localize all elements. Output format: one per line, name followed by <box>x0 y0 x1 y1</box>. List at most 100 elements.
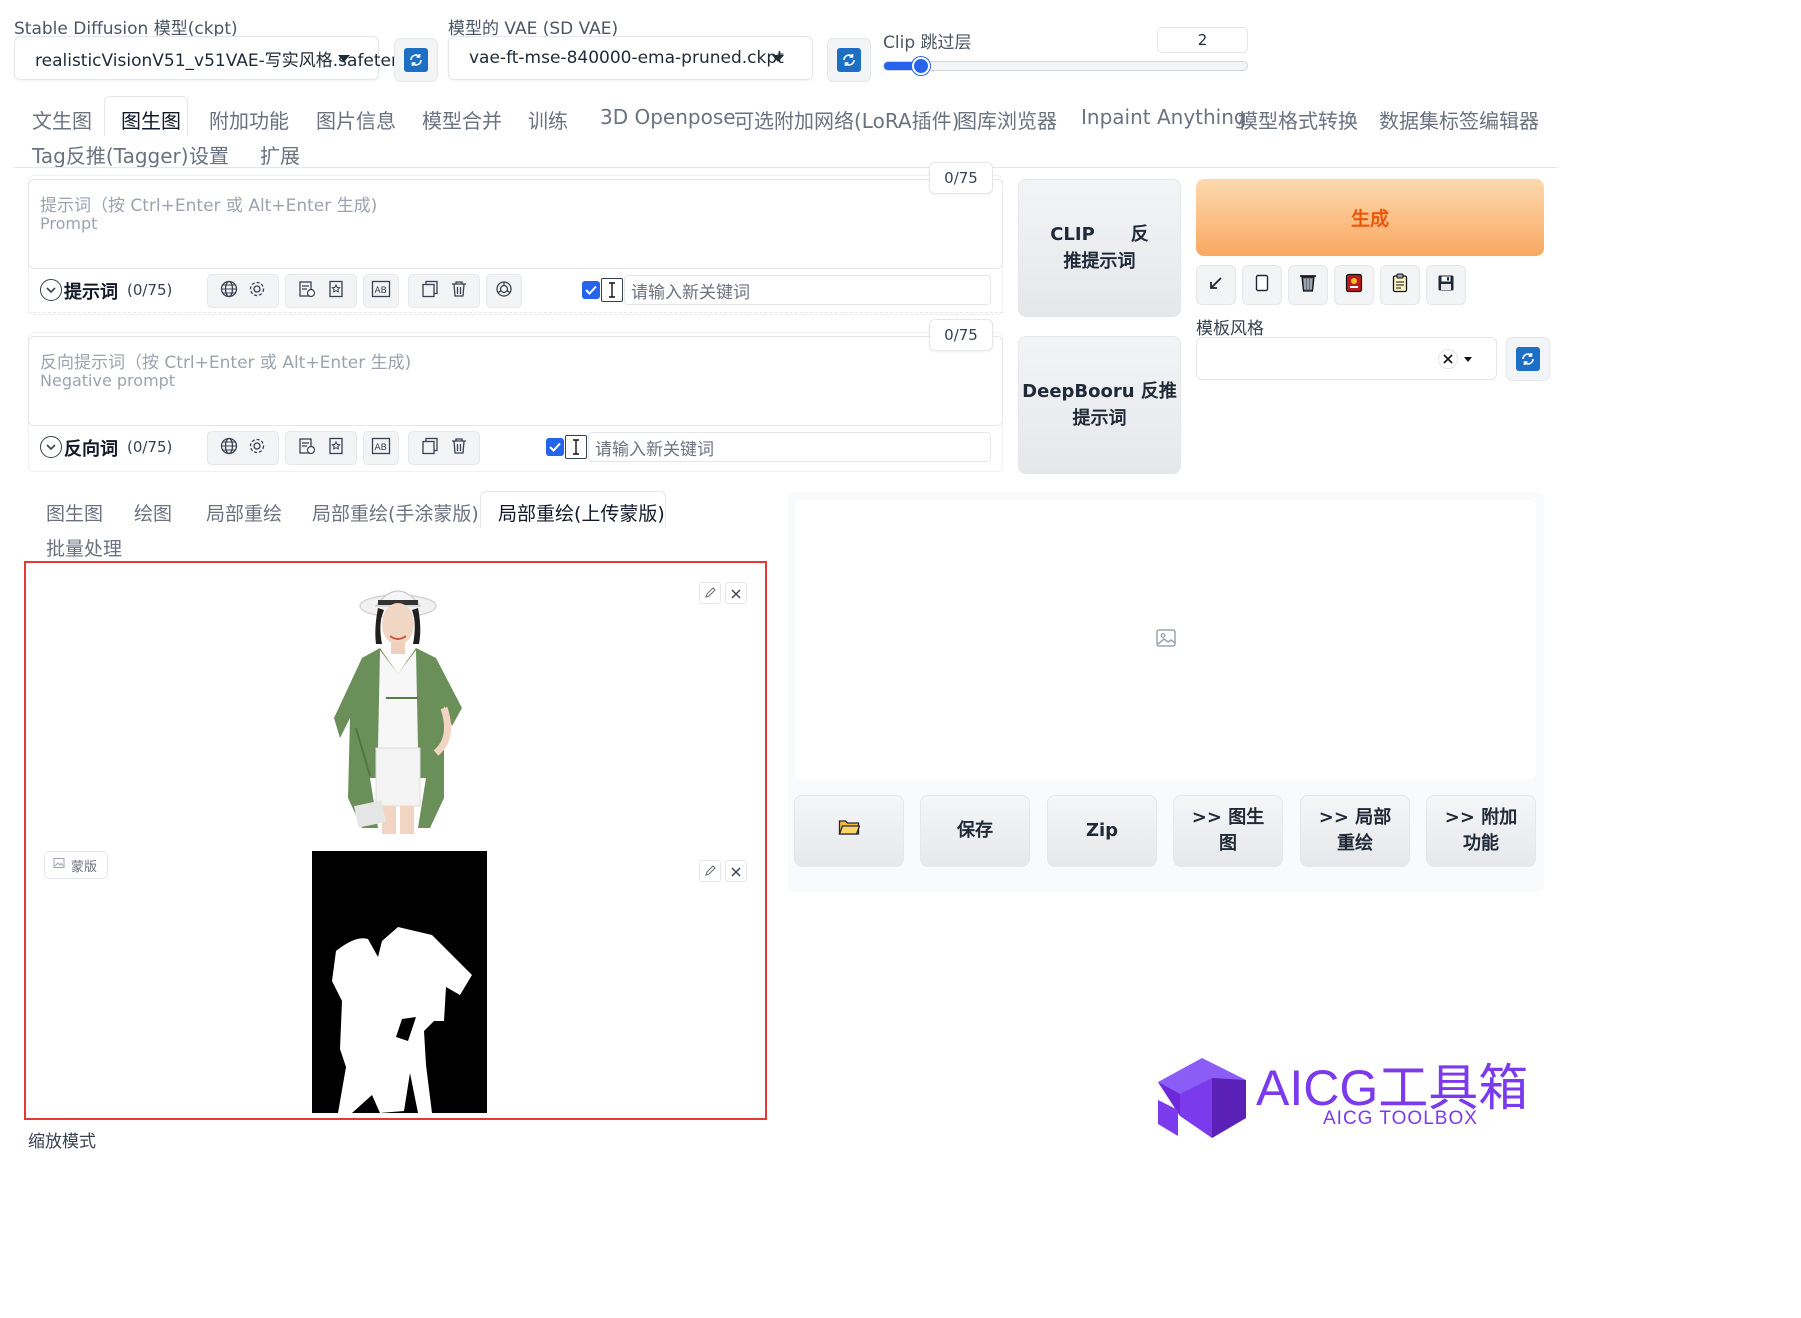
floppy-disk-icon <box>1437 274 1455 296</box>
tab-14[interactable]: 扩展 <box>260 140 300 169</box>
keyword-checkbox[interactable] <box>546 438 564 456</box>
save-style-button[interactable] <box>1426 265 1466 305</box>
gear-icon[interactable] <box>248 280 266 302</box>
negative-placeholder-en: Negative prompt <box>40 371 176 390</box>
send-to-inpaint-button[interactable]: >> 局部重绘 <box>1300 795 1410 867</box>
read-params-button[interactable] <box>1196 265 1236 305</box>
vae-value: vae-ft-mse-840000-ema-pruned.ckpt <box>469 48 784 68</box>
tab-9[interactable]: Inpaint Anything <box>1081 105 1247 129</box>
blank-page-icon <box>1255 274 1269 296</box>
history-favorite-group <box>285 274 357 308</box>
copy-icon[interactable] <box>421 437 439 459</box>
tab-12[interactable]: Tag反推(Tagger) <box>32 140 189 169</box>
prompt-keyword-input[interactable]: 请输入新关键词 <box>624 275 991 305</box>
send-to-img2img-line1: >> 图生 <box>1191 806 1265 828</box>
history-icon[interactable] <box>298 280 316 302</box>
open-folder-button[interactable] <box>794 795 904 867</box>
bookmark-icon[interactable] <box>328 280 344 302</box>
image-icon <box>53 857 65 873</box>
globe-icon[interactable] <box>220 437 238 459</box>
clip-skip-slider[interactable] <box>883 57 1248 75</box>
prompt-toolbar-count: (0/75) <box>127 281 173 299</box>
output-gallery[interactable] <box>795 500 1536 779</box>
vae-select[interactable]: vae-ft-mse-840000-ema-pruned.ckpt <box>448 36 813 80</box>
watermark-subtitle: AICG TOOLBOX <box>1323 1108 1478 1129</box>
tab-2[interactable]: 附加功能 <box>209 105 289 134</box>
negative-keyword-input[interactable]: 请输入新关键词 <box>588 432 991 462</box>
copy-icon[interactable] <box>421 280 439 302</box>
trash-icon[interactable] <box>451 437 467 459</box>
history-icon[interactable] <box>298 437 316 459</box>
tab-11[interactable]: 数据集标签编辑器 <box>1379 105 1539 134</box>
send-to-inpaint-line2: 重绘 <box>1337 833 1373 854</box>
dashed-divider <box>28 312 1003 313</box>
subtab-5[interactable]: 批量处理 <box>46 534 122 561</box>
tab-5[interactable]: 训练 <box>528 105 568 134</box>
remove-mask-button[interactable] <box>725 860 747 882</box>
apply-style-button[interactable] <box>1380 265 1420 305</box>
tab-3[interactable]: 图片信息 <box>316 105 396 134</box>
remove-image-button[interactable] <box>725 582 747 604</box>
trash-icon[interactable] <box>451 280 467 302</box>
zip-button[interactable]: Zip <box>1047 795 1157 867</box>
collapse-icon[interactable] <box>40 279 62 301</box>
gear-icon[interactable] <box>248 437 266 459</box>
extra-networks-button[interactable] <box>1334 265 1374 305</box>
pencil-icon <box>704 862 716 881</box>
model-refresh-button[interactable] <box>394 38 438 82</box>
spellcheck-icon: AB <box>371 437 391 459</box>
negative-textarea[interactable]: 反向提示词（按 Ctrl+Enter 或 Alt+Enter 生成) Negat… <box>28 336 1003 426</box>
subtab-2[interactable]: 局部重绘 <box>206 499 282 526</box>
generate-button[interactable]: 生成 <box>1196 179 1544 256</box>
mask-label-badge: 蒙版 <box>44 851 108 879</box>
pencil-icon <box>704 584 716 603</box>
text-cursor-icon <box>601 278 623 302</box>
tab-13[interactable]: 设置 <box>189 140 229 169</box>
subtab-4[interactable]: 局部重绘(上传蒙版) <box>498 499 665 526</box>
source-image[interactable] <box>326 578 486 836</box>
negative-placeholder: 反向提示词（按 Ctrl+Enter 或 Alt+Enter 生成) <box>40 353 412 373</box>
aicg-logo <box>1150 1040 1250 1140</box>
send-to-img2img-button[interactable]: >> 图生图 <box>1173 795 1283 867</box>
clear-prompt-button[interactable] <box>1242 265 1282 305</box>
subtab-1[interactable]: 绘图 <box>134 499 172 526</box>
clip-interrogate-button[interactable]: CLIP 反推提示词 <box>1018 179 1181 317</box>
trash-button[interactable] <box>1288 265 1328 305</box>
globe-icon[interactable] <box>220 280 238 302</box>
edit-mask-button[interactable] <box>699 860 721 882</box>
spellcheck-button[interactable]: AB <box>363 431 399 465</box>
clip-skip-input[interactable]: 2 <box>1157 27 1248 53</box>
spellcheck-icon: AB <box>371 280 391 302</box>
slider-thumb[interactable] <box>911 57 930 75</box>
prompt-textarea[interactable]: 提示词（按 Ctrl+Enter 或 Alt+Enter 生成) Prompt <box>28 179 1003 269</box>
tab-10[interactable]: 模型格式转换 <box>1238 105 1358 134</box>
edit-image-button[interactable] <box>699 582 721 604</box>
tab-4[interactable]: 模型合并 <box>422 105 502 134</box>
subtab-0[interactable]: 图生图 <box>46 499 103 526</box>
clip-skip-label: Clip 跳过层 <box>883 33 972 53</box>
styles-dropdown[interactable] <box>1196 337 1497 380</box>
send-to-inpaint-line1: >> 局部 <box>1318 806 1392 828</box>
keyword-checkbox[interactable] <box>582 281 600 299</box>
send-to-extras-button[interactable]: >> 附加 功能 <box>1426 795 1536 867</box>
tab-7[interactable]: 可选附加网络(LoRA插件) <box>734 105 959 134</box>
mask-image[interactable] <box>312 851 487 1113</box>
deepbooru-interrogate-button[interactable]: DeepBooru 反推 提示词 <box>1018 336 1181 474</box>
bookmark-icon[interactable] <box>328 437 344 459</box>
tab-8[interactable]: 图库浏览器 <box>957 105 1057 134</box>
spellcheck-button[interactable]: AB <box>363 274 399 308</box>
tab-1[interactable]: 图生图 <box>121 105 181 134</box>
subtab-3[interactable]: 局部重绘(手涂蒙版) <box>312 499 479 526</box>
clear-icon[interactable] <box>1438 349 1458 369</box>
collapse-icon[interactable] <box>40 436 62 458</box>
vae-refresh-button[interactable] <box>827 38 871 82</box>
tab-6[interactable]: 3D Openpose <box>600 105 736 129</box>
history-favorite-group <box>285 431 357 465</box>
tab-0[interactable]: 文生图 <box>32 105 92 134</box>
model-select[interactable]: realisticVisionV51_v51VAE-写实风格.safetenso… <box>14 36 428 80</box>
openai-button[interactable] <box>486 274 522 308</box>
styles-refresh-button[interactable] <box>1506 337 1550 381</box>
save-button[interactable]: 保存 <box>920 795 1030 867</box>
wastebasket-icon <box>1299 273 1317 297</box>
svg-text:AB: AB <box>375 286 387 296</box>
